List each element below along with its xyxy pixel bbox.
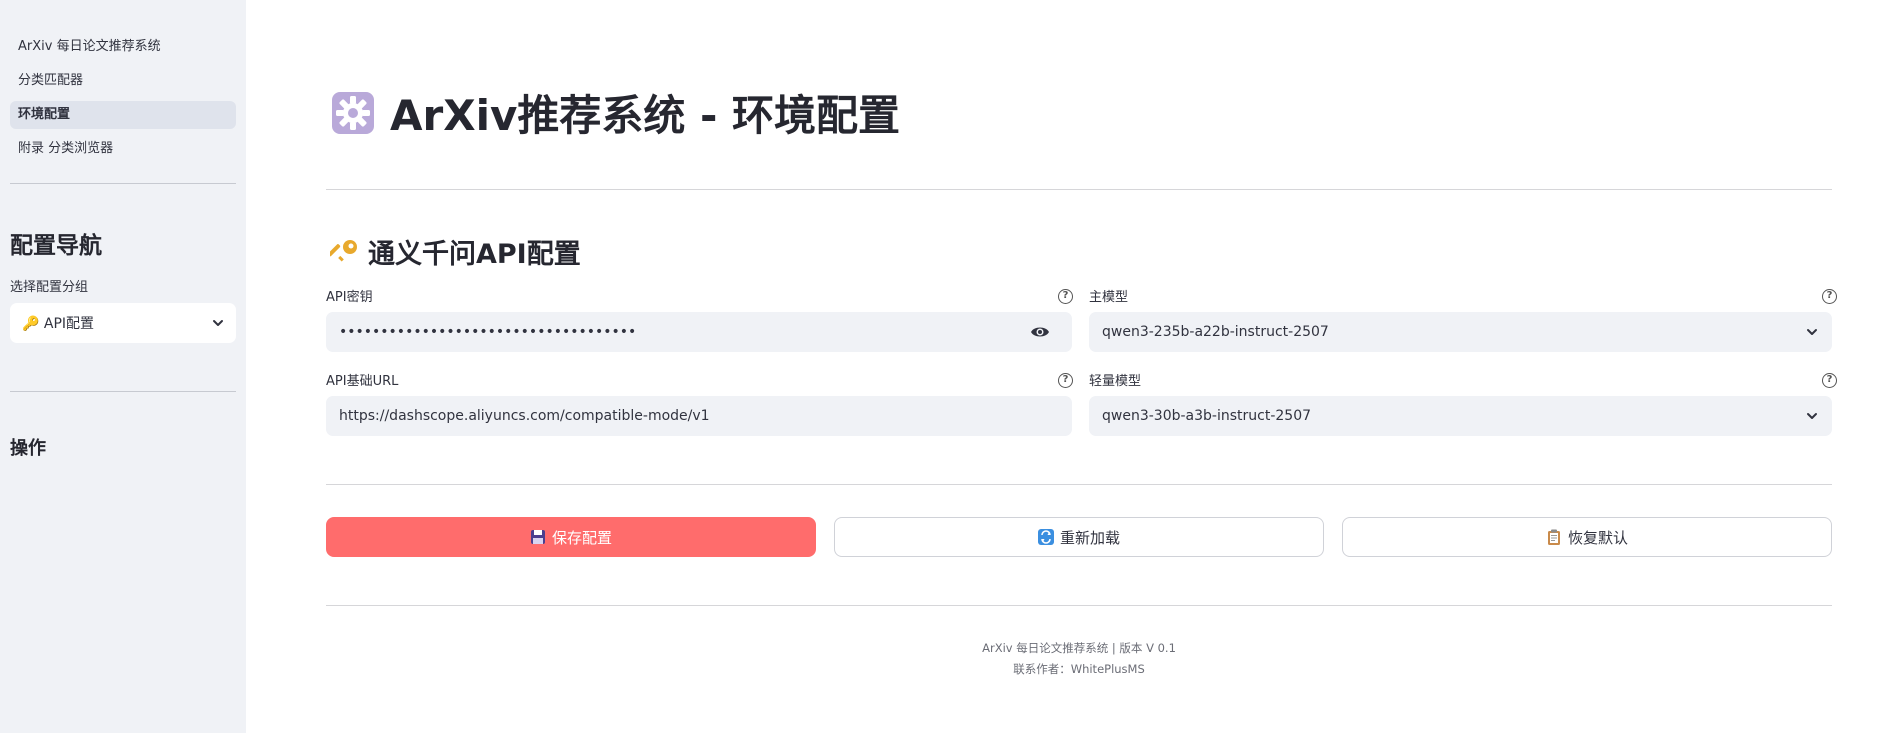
api-base-url-label: API基础URL <box>326 374 399 389</box>
help-icon[interactable]: ? <box>1822 373 1837 388</box>
api-base-url-value: https://dashscope.aliyuncs.com/compatibl… <box>339 408 710 424</box>
reset-default-label: 恢复默认 <box>1567 528 1628 547</box>
main-model-value: qwen3-235b-a22b-instruct-2507 <box>1102 324 1329 340</box>
sidebar-item-arxiv-home[interactable]: ArXiv 每日论文推荐系统 <box>10 33 236 61</box>
page-title: ArXiv推荐系统 - 环境配置 <box>330 82 900 143</box>
key-icon <box>330 239 357 262</box>
gear-icon <box>332 91 374 134</box>
reload-label: 重新加载 <box>1059 528 1120 547</box>
chevron-down-icon <box>1807 413 1817 419</box>
sidebar-item-category-browser[interactable]: 附录 分类浏览器 <box>10 135 236 163</box>
footer: ArXiv 每日论文推荐系统 | 版本 V 0.1 联系作者：WhitePlus… <box>326 638 1832 680</box>
save-config-label: 保存配置 <box>551 528 612 547</box>
sidebar-divider <box>10 183 236 184</box>
sidebar: ArXiv 每日论文推荐系统 分类匹配器 环境配置 附录 分类浏览器 配置导航 … <box>0 0 246 733</box>
save-config-button[interactable]: 保存配置 <box>326 517 816 557</box>
sidebar-item-env-config[interactable]: 环境配置 <box>10 101 236 129</box>
help-icon[interactable]: ? <box>1058 373 1073 388</box>
api-key-value: •••••••••••••••••••••••••••••••••••• <box>339 324 637 340</box>
config-group-select-value: 🔑 API配置 <box>22 316 95 332</box>
main-model-select[interactable]: qwen3-235b-a22b-instruct-2507 <box>1089 312 1832 352</box>
config-group-select[interactable]: 🔑 API配置 <box>10 303 236 343</box>
reload-icon <box>1037 529 1054 545</box>
footer-version: ArXiv 每日论文推荐系统 | 版本 V 0.1 <box>982 641 1176 655</box>
api-base-url-input[interactable]: https://dashscope.aliyuncs.com/compatibl… <box>326 396 1072 436</box>
footer-contact: 联系作者：WhitePlusMS <box>1013 662 1145 676</box>
help-icon[interactable]: ? <box>1822 289 1837 304</box>
api-section-title-text: 通义千问API配置 <box>368 239 581 270</box>
help-icon[interactable]: ? <box>1058 289 1073 304</box>
eye-icon[interactable] <box>1030 324 1050 340</box>
clipboard-icon <box>1547 529 1560 545</box>
operations-heading: 操作 <box>10 438 46 459</box>
light-model-value: qwen3-30b-a3b-instruct-2507 <box>1102 408 1312 424</box>
sidebar-item-category-matcher[interactable]: 分类匹配器 <box>10 67 236 95</box>
reset-default-button[interactable]: 恢复默认 <box>1342 517 1832 557</box>
divider <box>326 484 1832 485</box>
api-section-title: 通义千问API配置 <box>330 232 581 271</box>
reload-button[interactable]: 重新加载 <box>834 517 1324 557</box>
light-model-select[interactable]: qwen3-30b-a3b-instruct-2507 <box>1089 396 1832 436</box>
chevron-down-icon <box>1807 329 1817 335</box>
floppy-disk-icon <box>530 530 545 544</box>
light-model-label: 轻量模型 <box>1089 374 1142 389</box>
api-key-label: API密钥 <box>326 290 373 305</box>
sidebar-divider <box>10 391 236 392</box>
main-model-label: 主模型 <box>1089 290 1129 305</box>
divider <box>326 189 1832 190</box>
api-key-input[interactable]: •••••••••••••••••••••••••••••••••••• <box>326 312 1072 352</box>
chevron-down-icon <box>213 320 223 326</box>
config-group-label: 选择配置分组 <box>10 280 89 295</box>
config-nav-heading: 配置导航 <box>10 233 102 259</box>
divider <box>326 605 1832 606</box>
page-title-text: ArXiv推荐系统 - 环境配置 <box>390 91 901 140</box>
